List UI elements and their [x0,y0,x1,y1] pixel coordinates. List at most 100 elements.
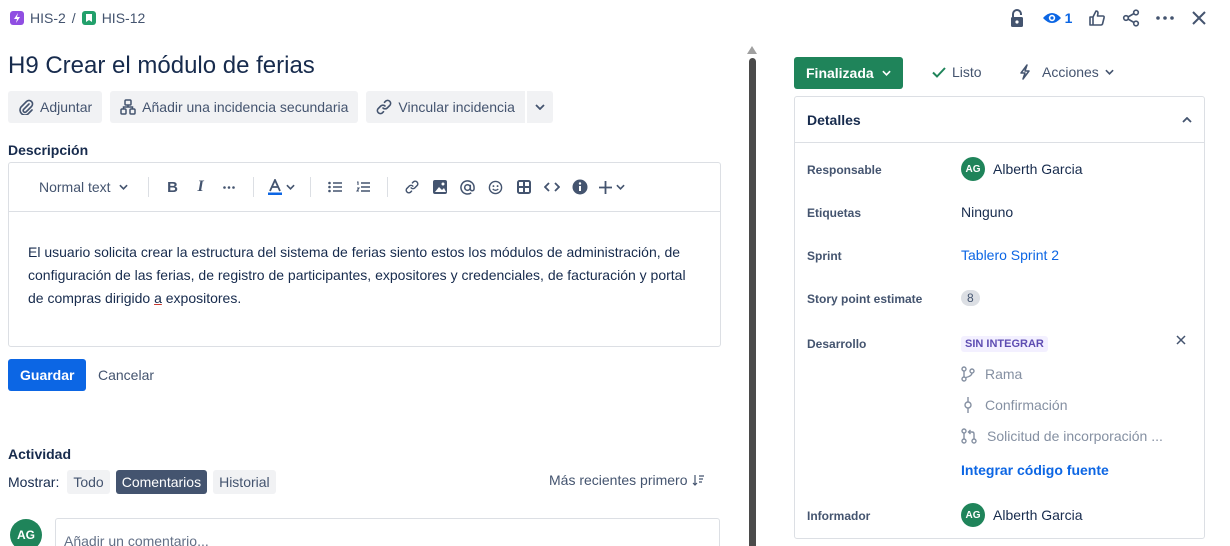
labels-field[interactable]: Ninguno [961,204,1013,220]
thumbs-up-icon [1088,9,1106,27]
status-badge: SIN INTEGRAR [961,336,1048,352]
more-actions-dropdown[interactable] [526,91,553,123]
mention-button[interactable] [454,175,482,199]
cancel-button[interactable]: Cancelar [90,359,162,391]
lock-button[interactable] [1000,4,1034,32]
close-button[interactable] [1182,4,1216,32]
lock-icon [1009,9,1025,27]
assignee-field[interactable]: AG Alberth Garcia [961,157,1082,181]
avatar: AG [10,519,42,546]
vote-button[interactable] [1080,4,1114,32]
avatar: AG [961,503,985,527]
reporter-name: Alberth Garcia [993,507,1083,523]
attach-label: Adjuntar [40,99,93,115]
text-color-button[interactable] [264,175,300,199]
chevron-down-icon [882,70,891,76]
share-button[interactable] [1114,4,1148,32]
add-child-issue-button[interactable]: Añadir una incidencia secundaria [110,91,359,123]
details-title: Detalles [807,111,861,128]
description-editor: Normal text B I El usuario solicita crea… [8,162,721,347]
italic-button[interactable]: I [187,175,215,199]
commit-label: Confirmación [985,397,1068,413]
insert-more-button[interactable] [594,175,630,199]
insert-image-button[interactable] [426,175,454,199]
save-button[interactable]: Guardar [8,359,87,391]
watch-button[interactable]: 1 [1034,4,1080,32]
numbered-list-button[interactable] [349,175,377,199]
filter-history[interactable]: Historial [213,470,276,494]
commit-icon [961,397,975,413]
bold-icon: B [167,178,178,196]
status-dropdown[interactable]: Finalizada [794,57,903,89]
done-label: Listo [952,64,982,80]
development-status: SIN INTEGRAR [961,336,1048,352]
breadcrumb-parent-link[interactable]: HIS-2 [30,10,66,26]
create-commit-item[interactable]: Confirmación [961,397,1067,413]
branch-icon [961,366,975,382]
labels-label: Etiquetas [807,206,862,220]
story-points-badge: 8 [961,290,980,306]
status-label: Finalizada [806,65,874,81]
reporter-label: Informador [807,509,871,523]
story-points-field[interactable]: 8 [961,290,980,306]
insert-link-button[interactable] [398,175,426,199]
story-points-label: Story point estimate [807,292,923,306]
link-issue-label: Vincular incidencia [398,99,515,115]
scroll-up-arrow[interactable] [747,46,757,56]
sort-label: Más recientes primero [549,472,688,488]
filter-all[interactable]: Todo [67,470,110,494]
sprint-link[interactable]: Tablero Sprint 2 [961,247,1059,263]
actions-label: Acciones [1042,64,1099,80]
chevron-up-icon [1182,116,1192,123]
close-icon[interactable] [1176,335,1186,345]
code-icon [543,181,560,193]
resolution-indicator: Listo [932,64,982,80]
actions-dropdown[interactable]: Acciones [1018,64,1114,80]
filter-comments[interactable]: Comentarios [115,470,208,494]
issue-title[interactable]: H9 Crear el módulo de ferias [8,52,315,80]
close-icon [1191,10,1207,26]
breadcrumb: HIS-2 / HIS-12 [10,8,145,28]
create-pull-request-item[interactable]: Solicitud de incorporación ... [961,428,1163,444]
issue-actions: Adjuntar Añadir una incidencia secundari… [8,91,553,123]
eye-icon [1042,11,1062,25]
image-icon [432,180,447,194]
sort-order-button[interactable]: Más recientes primero [549,472,704,488]
toolbar-divider [252,177,254,197]
spellcheck-word: a [154,290,162,306]
comment-input[interactable]: Añadir un comentario... [55,518,720,546]
create-branch-item[interactable]: Rama [961,366,1022,382]
chevron-down-icon [615,184,625,190]
code-button[interactable] [538,175,566,199]
description-label: Descripción [8,142,89,158]
avatar: AG [961,157,985,181]
text-style-dropdown[interactable]: Normal text [39,175,128,199]
description-text-area[interactable]: El usuario solicita crear la estructura … [28,241,708,310]
details-panel: Detalles Responsable AG Alberth Garcia E… [794,96,1205,539]
share-icon [1122,9,1140,27]
watch-count: 1 [1064,10,1073,26]
more-button[interactable] [1148,4,1182,32]
reporter-field[interactable]: AG Alberth Garcia [961,503,1082,527]
emoji-icon [488,180,503,195]
more-formatting-button[interactable] [215,175,243,199]
table-icon [516,180,531,194]
details-header[interactable]: Detalles [795,97,1204,143]
editor-toolbar: Normal text B I [9,163,720,212]
scrollbar-thumb[interactable] [749,58,756,546]
attach-button[interactable]: Adjuntar [8,91,103,123]
integrate-source-code-link[interactable]: Integrar código fuente [961,462,1109,478]
story-icon [81,11,96,25]
breadcrumb-current-link[interactable]: HIS-12 [102,10,146,26]
bullet-list-button[interactable] [321,175,349,199]
description-line: de compras dirigido a expositores. [28,290,242,306]
bold-button[interactable]: B [159,175,187,199]
description-line: El usuario solicita crear la estructura … [28,244,681,260]
emoji-button[interactable] [482,175,510,199]
link-issue-button[interactable]: Vincular incidencia [366,91,525,123]
activity-heading: Actividad [8,446,72,462]
more-icon [222,185,235,189]
info-panel-button[interactable] [566,175,594,199]
insert-table-button[interactable] [510,175,538,199]
development-label: Desarrollo [807,337,867,351]
